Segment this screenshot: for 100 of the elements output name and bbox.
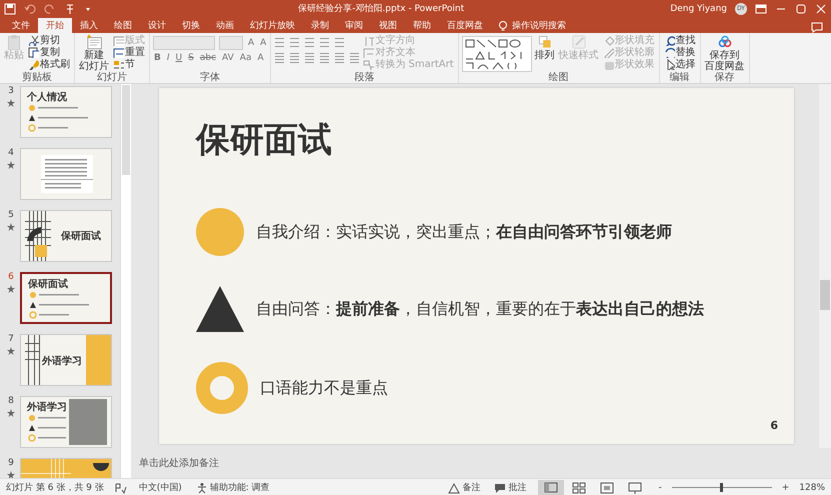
ribbon-large-button[interactable]: 新建 幻灯片 [78, 34, 110, 72]
grid-pattern-drawing [25, 335, 40, 385]
scrollbar[interactable] [819, 84, 831, 448]
group-label: 剪贴板 [21, 72, 53, 83]
thumbnail-title: 外语学习 [42, 354, 82, 368]
list-format-icon [319, 36, 330, 48]
ring-shape [196, 362, 248, 414]
photo-placeholder [69, 399, 107, 445]
scissors-icon [28, 34, 39, 46]
slide-number: 5 [8, 210, 14, 220]
slide-thumbnail[interactable]: 保研面试 [20, 272, 112, 324]
ribbon-button[interactable]: 复制 [27, 46, 71, 58]
notes-field[interactable]: 单击此处添加备注 [137, 456, 341, 470]
cloud-icon [716, 34, 733, 50]
font-format-button[interactable]: I [166, 53, 171, 63]
align-icon [274, 51, 286, 63]
font-format-button[interactable]: AV [221, 53, 235, 63]
ribbon-tab[interactable]: 幻灯片放映 [242, 18, 303, 33]
normal-view-icon [544, 480, 558, 494]
slide-thumbnail[interactable]: 外语学习 [20, 334, 112, 386]
zoom-in-button[interactable]: + [782, 482, 790, 492]
star-icon [7, 285, 15, 293]
group-label: 编辑 [668, 72, 691, 83]
triangle-shape [196, 286, 244, 332]
font-format-button[interactable]: Aa [238, 53, 252, 63]
ribbon-tab[interactable]: 文件 [4, 18, 38, 33]
bullet-text: 自我介绍：实话实说，突出重点；在自由问答环节引领老师 [256, 222, 672, 242]
ribbon-tab[interactable]: 设计 [140, 18, 174, 33]
ribbon-tab[interactable]: 切换 [174, 18, 208, 33]
zoom-slider-thumb[interactable] [720, 483, 724, 492]
group-label: 字体 [199, 72, 222, 83]
accessibility-icon [196, 482, 208, 494]
pen-icon [602, 46, 614, 58]
zoom-out-button[interactable]: - [658, 482, 662, 492]
slide-thumbnail[interactable]: 保研面试 [20, 210, 112, 262]
thumbnail-bullets-drawing [27, 414, 67, 442]
replace-icon [664, 46, 675, 58]
comment-icon [494, 482, 506, 494]
accessibility-button[interactable]: 辅助功能: 调查 [194, 481, 272, 494]
thumbnail-title: 保研面试 [28, 278, 68, 291]
font-size-field[interactable] [219, 36, 243, 50]
ribbon-tab[interactable]: 绘图 [106, 18, 140, 33]
slide-canvas[interactable]: 保研面试 自我介绍：实话实说，突出重点；在自由问答环节引领老师 自由问答：提前准备，自信机智，重要的在于表达出自己的想法 口语能力不是重点 6 [159, 88, 794, 444]
ribbon-button[interactable]: 查找 [662, 34, 697, 46]
shape-gallery[interactable] [462, 36, 532, 72]
align-text-icon [363, 46, 374, 58]
language-button[interactable]: 中文(中国) [136, 481, 184, 494]
ribbon-tab[interactable]: 帮助 [405, 18, 439, 33]
font-format-button[interactable]: A [256, 53, 265, 63]
ribbon-tab[interactable]: 视图 [371, 18, 405, 33]
user-name[interactable]: Deng Yiyang [670, 4, 727, 14]
align-icon [349, 51, 360, 63]
star-icon [7, 409, 15, 417]
star-icon [7, 223, 15, 231]
list-format-icon [334, 36, 346, 48]
page-number: 6 [770, 419, 778, 432]
ribbon-button[interactable]: 重置 [112, 46, 146, 58]
ribbon-large-button[interactable]: 排列 [534, 34, 556, 61]
align-icon [289, 51, 300, 63]
ribbon-button[interactable]: 选择 [662, 58, 697, 70]
slideshow-icon [628, 480, 642, 494]
slide-thumbnail[interactable]: 个人情况 [20, 86, 112, 138]
ribbon-tab[interactable]: 审阅 [337, 18, 371, 33]
ribbon-button[interactable]: 格式刷 [27, 58, 71, 70]
font-format-button[interactable]: S [187, 53, 195, 63]
view-button[interactable] [538, 480, 564, 495]
notes-button[interactable]: 备注 [446, 481, 482, 494]
ribbon-tab[interactable]: 百度网盘 [439, 18, 491, 33]
comments-button[interactable]: 批注 [492, 481, 528, 494]
slide-thumbnail[interactable]: 外语学习 [20, 396, 112, 448]
font-format-button[interactable]: U [174, 53, 184, 63]
star-icon [7, 161, 15, 169]
slide-number: 4 [8, 148, 14, 158]
ribbon-button[interactable]: 剪切 [27, 34, 71, 46]
ribbon-tab[interactable]: 插入 [72, 18, 106, 33]
scrollbar[interactable] [120, 84, 131, 478]
redo-icon [44, 2, 56, 14]
slide-number: 9 [8, 458, 14, 468]
slide-number: 7 [8, 334, 14, 344]
font-size-button[interactable]: A [259, 38, 268, 48]
star-icon [7, 347, 15, 355]
group-label: 幻灯片 [96, 72, 128, 83]
group-label: 绘图 [548, 72, 570, 83]
slide-number: 6 [8, 272, 14, 282]
font-name-field[interactable] [153, 36, 215, 50]
align-icon [334, 51, 346, 63]
smartart-icon [363, 58, 374, 70]
ribbon-button[interactable]: 替换 [662, 46, 697, 58]
slide-counter: 幻灯片 第 6 张，共 9 张 [6, 482, 104, 494]
undo-icon [24, 2, 36, 14]
font-format-button[interactable]: B [153, 53, 162, 63]
ribbon-large-button[interactable]: 保存到 百度网盘 [704, 34, 746, 72]
ribbon-tab[interactable]: 录制 [303, 18, 337, 33]
zoom-percentage[interactable]: 128% [799, 482, 825, 492]
ribbon-tab[interactable]: 动画 [208, 18, 242, 33]
font-size-button[interactable]: A [247, 38, 256, 48]
font-format-button[interactable]: abc [198, 53, 218, 63]
slide-thumbnail[interactable] [20, 148, 112, 200]
ribbon-tab[interactable]: 开始 [38, 18, 72, 33]
ribbon-button[interactable]: 节 [112, 58, 146, 70]
